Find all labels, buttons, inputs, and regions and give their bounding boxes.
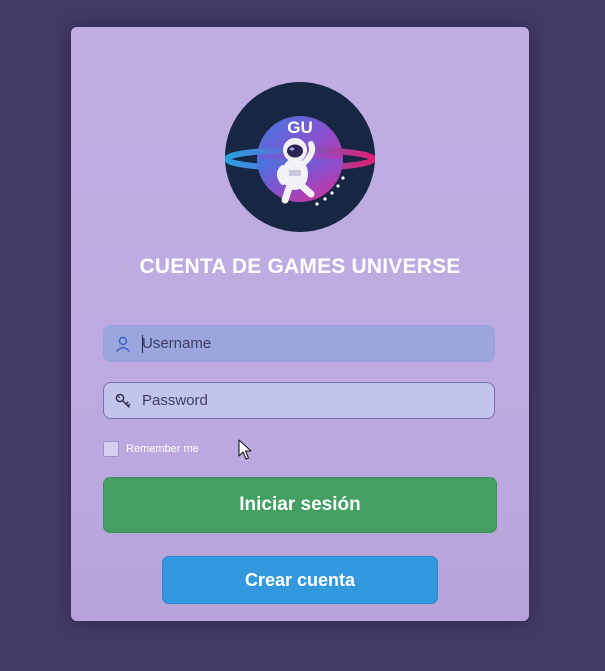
mouse-cursor-icon — [238, 439, 252, 460]
username-field[interactable] — [103, 325, 495, 362]
create-account-button[interactable]: Crear cuenta — [162, 556, 438, 604]
remember-me[interactable]: Remember me — [103, 440, 199, 458]
games-universe-logo: GU — [225, 82, 375, 232]
logo-text: GU — [287, 118, 313, 137]
username-input[interactable] — [142, 326, 482, 361]
remember-me-label: Remember me — [126, 443, 199, 455]
remember-me-checkbox[interactable] — [103, 441, 119, 457]
text-caret — [142, 335, 143, 353]
key-icon — [115, 393, 131, 408]
user-icon — [115, 336, 131, 352]
login-button[interactable]: Iniciar sesión — [103, 477, 497, 533]
page-title: CUENTA DE GAMES UNIVERSE — [139, 255, 461, 278]
login-card: GU CUENTA DE GAMES UNIVERSE Remember me … — [71, 27, 529, 621]
password-input[interactable] — [142, 383, 482, 418]
password-field[interactable] — [103, 382, 495, 419]
